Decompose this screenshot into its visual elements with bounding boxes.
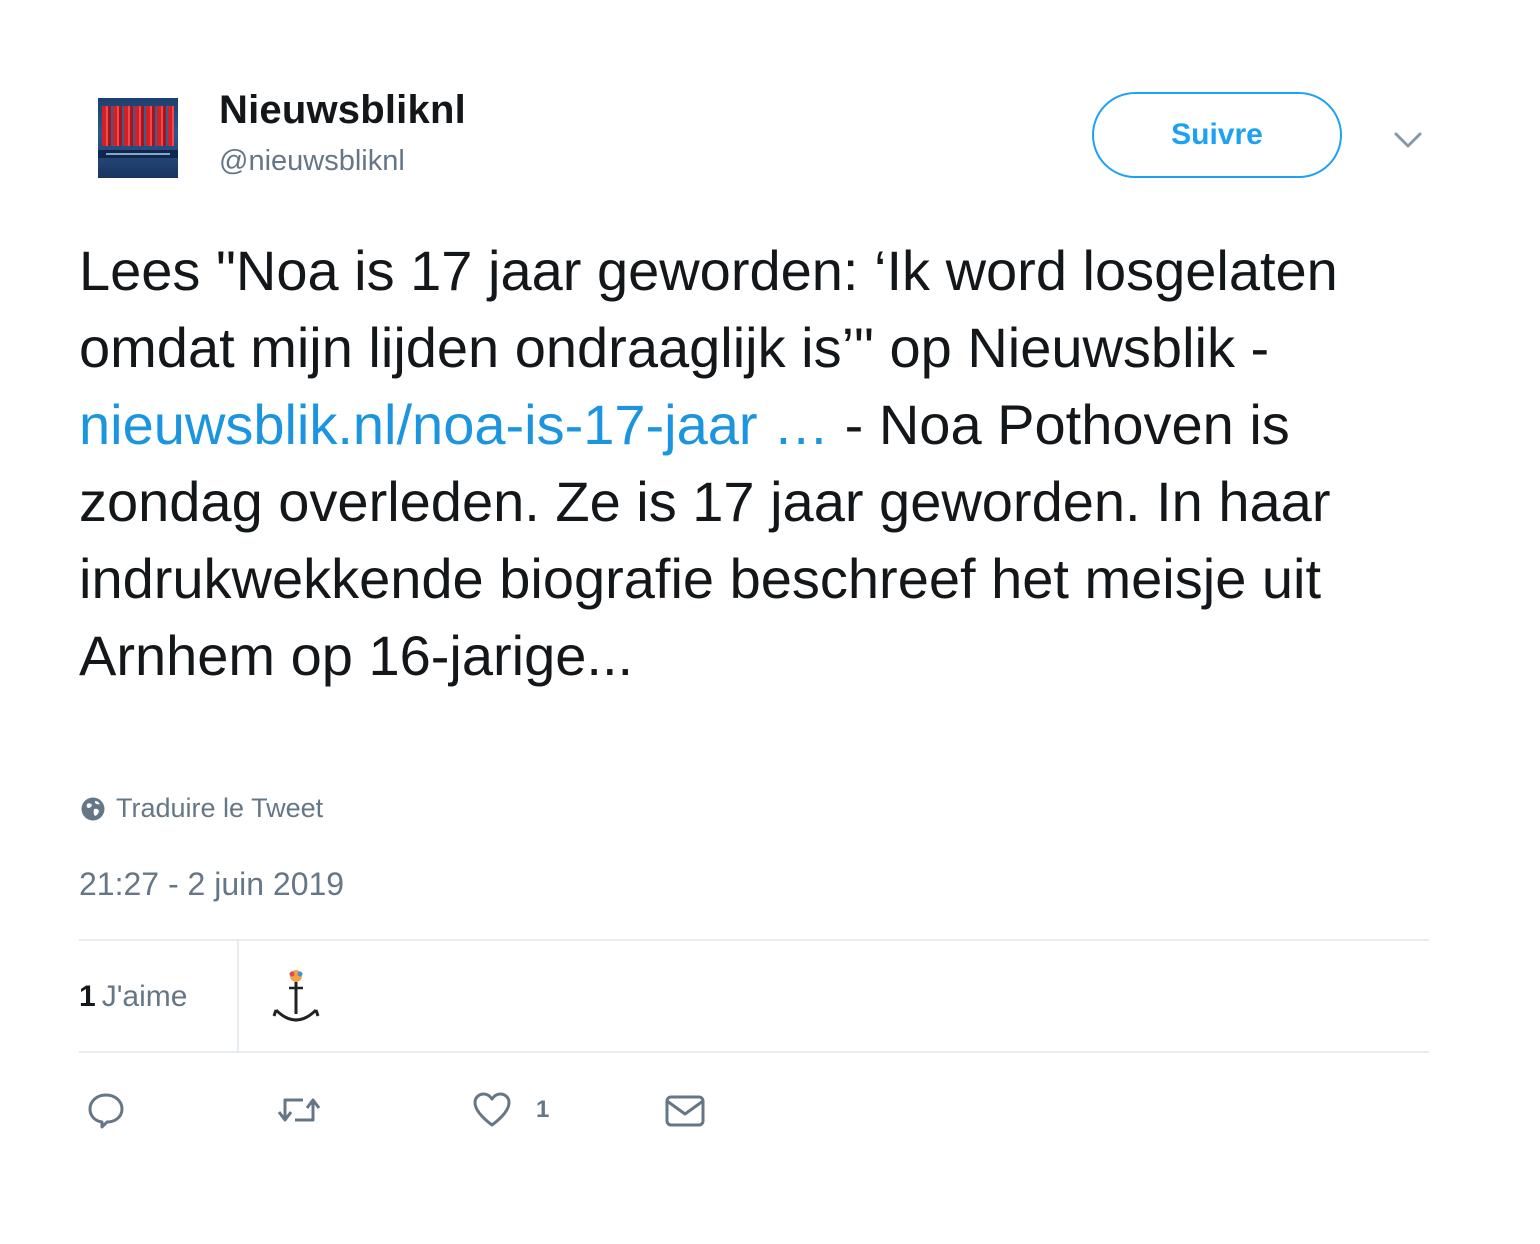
translate-tweet-link[interactable]: Traduire le Tweet [80,793,323,824]
tweet-text-intro: Lees "Noa is 17 jaar geworden: ‘Ik word … [79,239,1338,379]
follow-button[interactable]: Suivre [1092,92,1342,178]
author-avatar[interactable] [98,98,178,178]
reply-button[interactable] [86,1090,126,1130]
stats-top-divider [79,939,1429,941]
avatar-logo-line [106,153,170,155]
liker-avatar[interactable] [268,966,324,1030]
envelope-icon [665,1095,705,1127]
tweet-timestamp[interactable]: 21:27 - 2 juin 2019 [79,866,344,903]
stats-vertical-divider [237,941,239,1052]
likes-stat[interactable]: 1 J'aime [79,980,187,1014]
tweet-card: Nieuwsbliknl @nieuwsbliknl Suivre Lees "… [0,0,1540,1244]
article-link[interactable]: nieuwsblik.nl/noa-is-17-jaar … [79,393,829,456]
likes-label: J'aime [101,980,188,1013]
translate-label: Traduire le Tweet [116,793,324,823]
like-count: 1 [536,1096,550,1123]
chevron-down-icon[interactable] [1390,122,1426,158]
heart-icon [473,1092,511,1127]
author-handle[interactable]: @nieuwsbliknl [219,145,405,178]
direct-message-button[interactable] [664,1090,706,1130]
globe-icon [81,797,105,820]
likes-count: 1 [79,980,96,1013]
reply-icon [88,1093,124,1129]
retweet-icon [277,1098,321,1122]
stats-bottom-divider [79,1051,1429,1053]
author-name[interactable]: Nieuwsbliknl [219,88,466,133]
tweet-text: Lees "Noa is 17 jaar geworden: ‘Ik word … [79,232,1439,694]
avatar-logo-bars [102,106,174,146]
retweet-button[interactable] [275,1090,323,1130]
like-button[interactable]: 1 [472,1090,549,1130]
